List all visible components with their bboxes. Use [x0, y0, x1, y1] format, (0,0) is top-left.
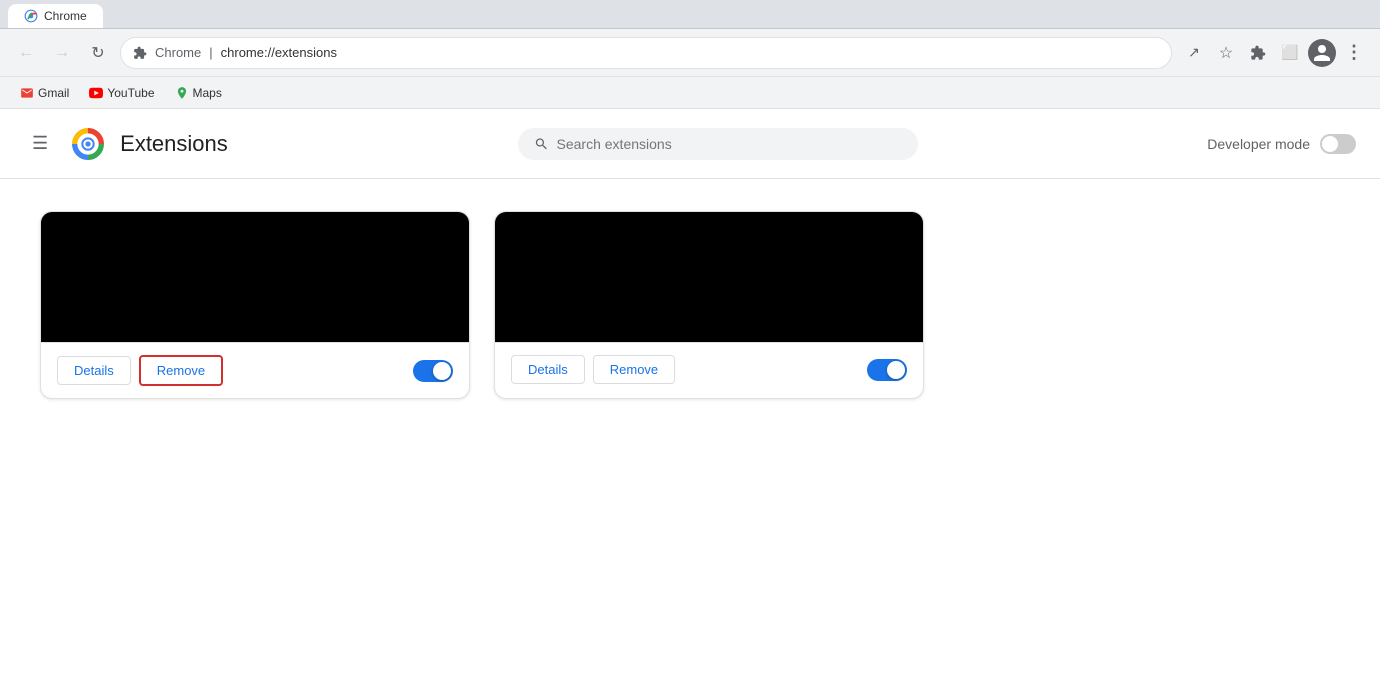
- details-button-2[interactable]: Details: [511, 355, 585, 384]
- address-separator: |: [209, 45, 212, 60]
- profile-avatar[interactable]: [1308, 39, 1336, 67]
- puzzle-icon: [1250, 45, 1266, 61]
- details-button-1[interactable]: Details: [57, 356, 131, 385]
- extension-image-1: [41, 212, 469, 342]
- chrome-logo: [72, 128, 104, 160]
- forward-button[interactable]: →: [48, 39, 76, 67]
- address-path: chrome://extensions: [221, 45, 337, 60]
- bookmark-gmail-label: Gmail: [38, 86, 69, 100]
- developer-mode-toggle[interactable]: [1320, 134, 1356, 154]
- avatar-icon: [1312, 43, 1332, 63]
- extension-toggle-2[interactable]: [867, 359, 907, 381]
- more-options-button[interactable]: ⋮: [1340, 39, 1368, 67]
- tab-favicon: [24, 9, 38, 23]
- developer-mode-label: Developer mode: [1207, 136, 1310, 152]
- sidebar-menu-button[interactable]: ☰: [24, 125, 56, 162]
- tab-title: Chrome: [44, 9, 87, 23]
- split-screen-button[interactable]: ⬜: [1276, 39, 1304, 67]
- toggle-knob-2: [887, 361, 905, 379]
- bookmark-maps-label: Maps: [193, 86, 222, 100]
- extension-card-2: Details Remove: [494, 211, 924, 399]
- page-content: ☰ Extensions: [0, 109, 1380, 685]
- bookmarks-bar: Gmail YouTube Maps: [0, 77, 1380, 109]
- search-bar: [518, 128, 918, 160]
- address-bar[interactable]: Chrome | chrome://extensions: [120, 37, 1172, 69]
- nav-actions: ↗ ☆ ⬜ ⋮: [1180, 39, 1368, 67]
- extensions-button[interactable]: [1244, 39, 1272, 67]
- browser-frame: Chrome ← → ↻ Chrome | chrome://extension…: [0, 0, 1380, 685]
- nav-bar: ← → ↻ Chrome | chrome://extensions ↗ ☆ ⬜: [0, 29, 1380, 77]
- developer-mode-section: Developer mode: [1207, 134, 1356, 154]
- youtube-icon: [89, 86, 103, 100]
- maps-icon: [175, 86, 189, 100]
- extensions-header: ☰ Extensions: [0, 109, 1380, 179]
- reload-button[interactable]: ↻: [84, 39, 112, 67]
- extension-toggle-1[interactable]: [413, 360, 453, 382]
- gmail-icon: [20, 86, 34, 100]
- remove-button-1[interactable]: Remove: [139, 355, 223, 386]
- star-button[interactable]: ☆: [1212, 39, 1240, 67]
- share-button[interactable]: ↗: [1180, 39, 1208, 67]
- active-tab[interactable]: Chrome: [8, 4, 103, 28]
- extension-card-1: Details Remove: [40, 211, 470, 399]
- bookmark-gmail[interactable]: Gmail: [12, 82, 77, 104]
- extension-card-footer-2: Details Remove: [495, 342, 923, 396]
- bookmark-youtube-label: YouTube: [107, 86, 154, 100]
- toggle-knob: [1322, 136, 1338, 152]
- search-input[interactable]: [557, 136, 902, 152]
- toggle-on-1[interactable]: [413, 360, 453, 382]
- page-title: Extensions: [120, 131, 228, 157]
- address-bar-icon: [133, 46, 147, 60]
- extension-card-footer-1: Details Remove: [41, 342, 469, 398]
- bookmark-youtube[interactable]: YouTube: [81, 82, 162, 104]
- address-domain: Chrome: [155, 45, 201, 60]
- toggle-knob-1: [433, 362, 451, 380]
- tab-bar: Chrome: [0, 0, 1380, 29]
- toggle-on-2[interactable]: [867, 359, 907, 381]
- extensions-grid: Details Remove Details Remove: [0, 179, 1380, 431]
- back-button[interactable]: ←: [12, 39, 40, 67]
- extension-image-2: [495, 212, 923, 342]
- bookmark-maps[interactable]: Maps: [167, 82, 230, 104]
- remove-button-2[interactable]: Remove: [593, 355, 675, 384]
- search-icon: [534, 136, 549, 152]
